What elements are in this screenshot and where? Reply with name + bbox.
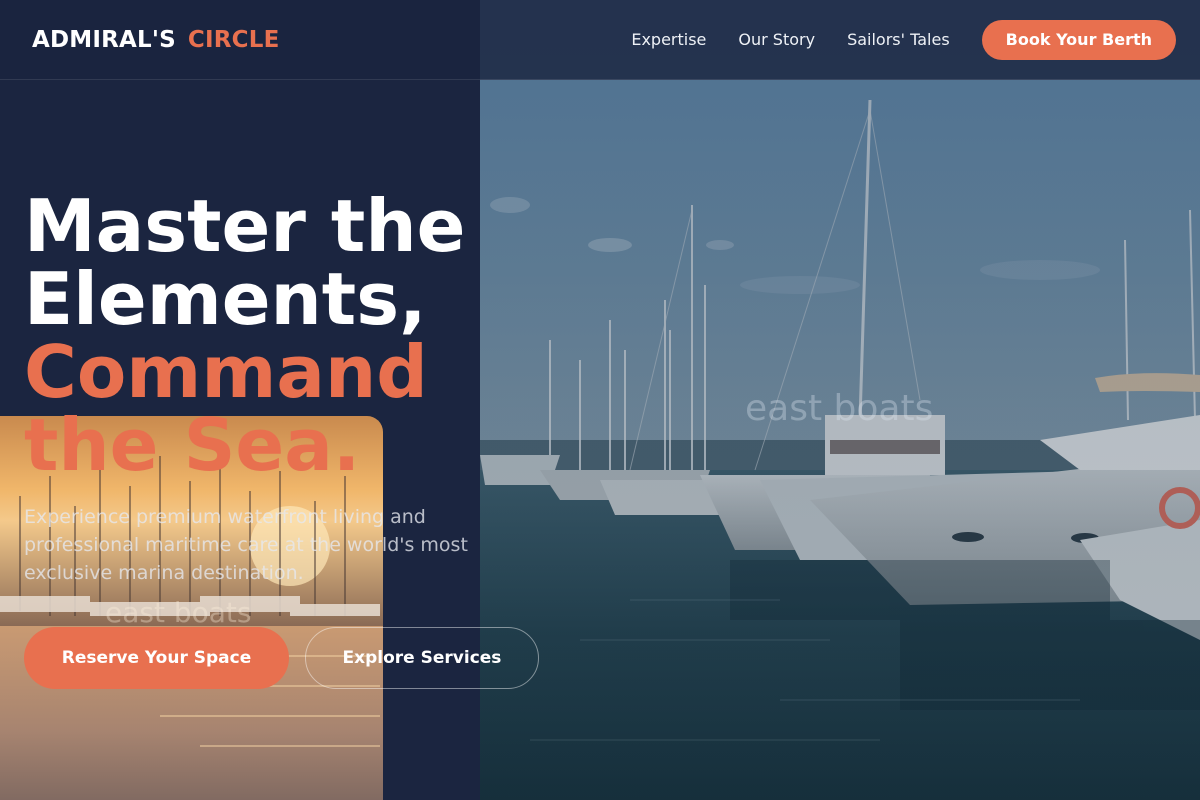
brand-name-accent: CIRCLE xyxy=(187,26,280,53)
harbor-photo: east boats xyxy=(480,0,1200,800)
explore-services-button[interactable]: Explore Services xyxy=(305,627,539,689)
nav-link-our-story[interactable]: Our Story xyxy=(738,30,815,49)
nav-link-expertise[interactable]: Expertise xyxy=(631,30,706,49)
reserve-space-button[interactable]: Reserve Your Space xyxy=(24,627,289,689)
hero-title-accent-2: the Sea. xyxy=(24,403,361,487)
nav-link-sailors-tales[interactable]: Sailors' Tales xyxy=(847,30,950,49)
sunset-alt-text: east boats xyxy=(105,596,252,629)
hero-title-line-2: Elements, xyxy=(24,257,427,341)
brand-name-primary: ADMIRAL'S xyxy=(32,26,176,53)
harbor-alt-text: east boats xyxy=(745,388,934,429)
hero-title-accent-1: Command xyxy=(24,330,428,414)
book-berth-button[interactable]: Book Your Berth xyxy=(981,19,1176,60)
brand-logo[interactable]: ADMIRAL'S CIRCLE xyxy=(32,27,280,53)
hero-subtitle: Experience premium waterfront living and… xyxy=(24,506,468,584)
site-header: ADMIRAL'S CIRCLE Expertise Our Story Sail… xyxy=(0,0,1200,80)
main-nav: Expertise Our Story Sailors' Tales Book … xyxy=(599,19,1176,60)
hero-title-line-1: Master the xyxy=(24,184,466,268)
hero-title: Master the Elements, Command the Sea. xyxy=(24,190,494,482)
